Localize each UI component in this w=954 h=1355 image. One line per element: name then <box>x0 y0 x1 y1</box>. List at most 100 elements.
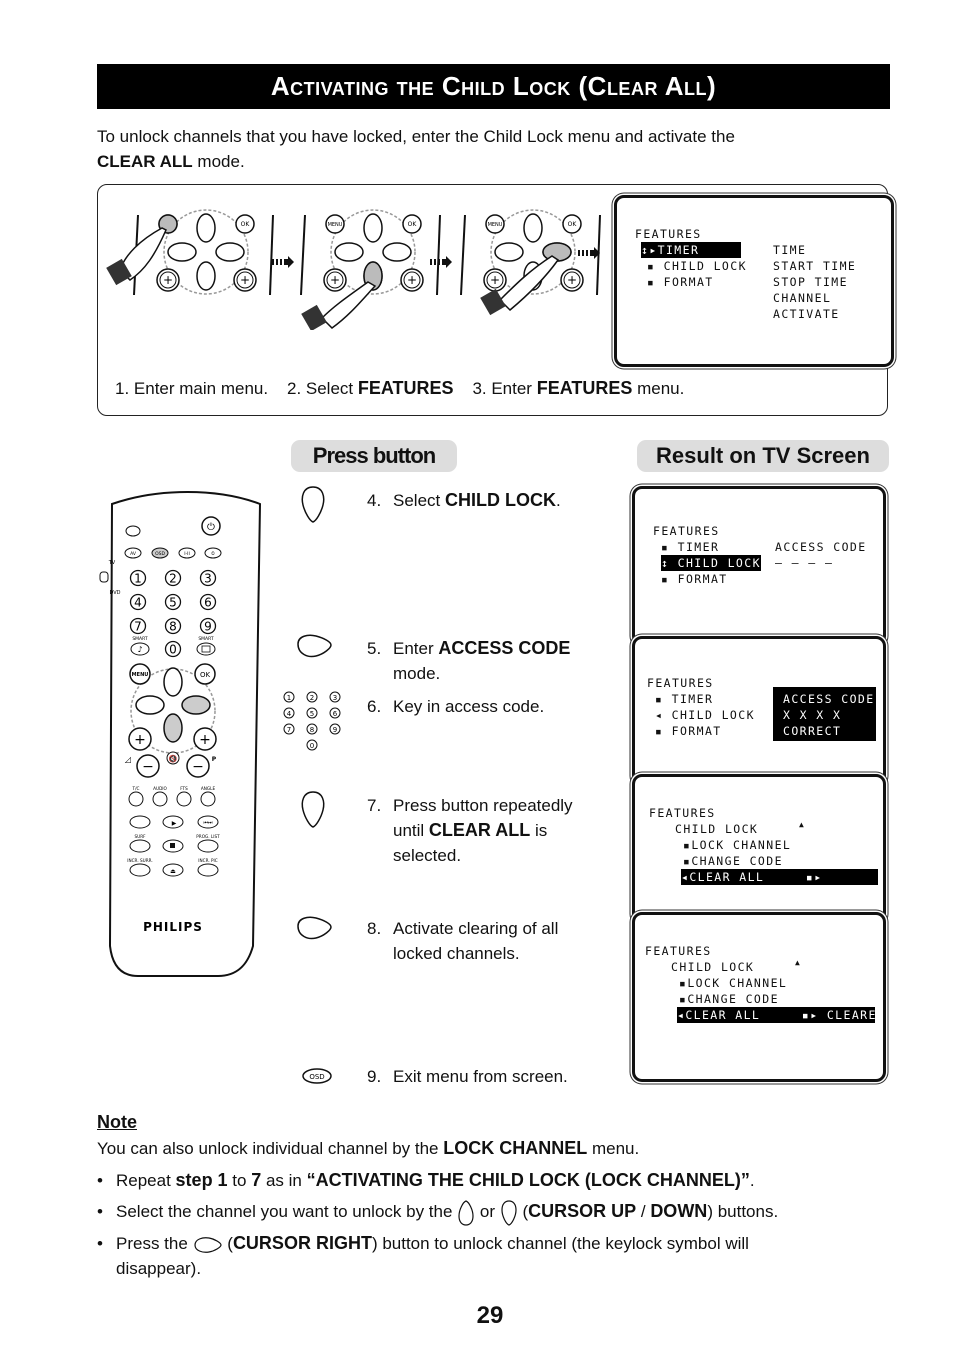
tc-button[interactable] <box>128 791 144 807</box>
tv-screen-features: FEATURES ↕▸TIMER ▪ CHILD LOCK ▪ FORMAT T… <box>614 195 894 367</box>
osd-item: ◂ CHILD LOCK <box>655 708 755 722</box>
digit-label: 2 <box>169 572 177 586</box>
cursor-up-button[interactable] <box>163 667 183 697</box>
incr-pic-label: INCR. PIC <box>198 858 217 863</box>
menu-label: MENU <box>132 672 149 678</box>
number-key-label: 3 <box>333 694 337 702</box>
smart-label: SMART <box>132 636 148 642</box>
av-label: AV <box>130 551 137 557</box>
osd-submenu-item: CHANNEL <box>773 291 832 305</box>
osd-title: FEATURES <box>635 227 702 241</box>
digit-label: 8 <box>169 620 177 634</box>
osd-status-cleared: CLEARED <box>826 1008 886 1022</box>
intro-text: To unlock channels that you have locked,… <box>97 124 887 174</box>
stop-icon <box>170 843 175 848</box>
arrow-icon <box>272 256 294 268</box>
digit-label: 1 <box>134 572 142 586</box>
osd-access-code-value: – – – – <box>775 556 834 570</box>
bullet-icon: • <box>97 1171 103 1190</box>
remote-button[interactable] <box>125 525 141 537</box>
arrow-icon <box>430 256 452 268</box>
remote-closeup-step2 <box>300 209 441 330</box>
step-text: Exit menu from screen. <box>393 1067 568 1086</box>
prog-list-button[interactable] <box>197 839 219 853</box>
step-text: Enter ACCESS CODE mode. <box>393 638 571 683</box>
minus-icon: − <box>142 759 154 775</box>
i-ii-label: I-II <box>184 551 190 557</box>
step-text: Key in access code. <box>393 697 545 716</box>
osd-access-code-box: ACCESS CODE X X X X CORRECT <box>773 687 876 741</box>
osd-item-selected: ◂CLEAR ALL ▪▸ <box>681 869 878 885</box>
page-title: Activating the Child Lock (Clear All) <box>97 64 890 109</box>
number-key-label: 6 <box>333 710 338 718</box>
tv-switch-label: TV <box>108 560 116 566</box>
number-key-label: 9 <box>333 726 337 734</box>
remote-closeup-illustrations: + + MENU OK <box>106 209 601 330</box>
osd-item: ▪ CHILD LOCK <box>647 259 747 273</box>
osd-subtitle: CHILD LOCK <box>675 822 759 836</box>
updown-arrow-icon: ↕ <box>661 556 670 570</box>
angle-button[interactable] <box>200 791 216 807</box>
tv-screen-clear-all-selected: FEATURES CHILD LOCK ▲ ▪LOCK CHANNEL ▪CHA… <box>632 774 886 924</box>
intro-suffix: mode. <box>192 152 245 171</box>
osd-item: ▪LOCK CHANNEL <box>679 976 788 990</box>
smart-picture-button[interactable] <box>196 642 216 656</box>
osd-submenu-item: STOP TIME <box>773 275 848 289</box>
cursor-left-button[interactable] <box>135 695 165 715</box>
number-key-label: 5 <box>310 710 314 718</box>
power-icon: ⏻ <box>207 522 215 533</box>
osd-submenu-item: TIME <box>773 243 807 257</box>
number-key-label: 4 <box>287 710 292 718</box>
digit-label: 9 <box>204 620 212 634</box>
play-icon: ▶ <box>172 820 177 827</box>
osd-title: FEATURES <box>647 676 714 690</box>
cursor-up-icon <box>458 1199 474 1226</box>
teletext-button[interactable] <box>129 815 151 829</box>
bullet-icon: • <box>97 1202 103 1221</box>
step-number: 9. <box>367 1067 382 1086</box>
smart-label: SMART <box>198 636 214 642</box>
volume-icon: ◿ <box>124 755 131 764</box>
result-header: Result on TV Screen <box>637 440 889 472</box>
tv-screen-child-lock: FEATURES ▪ TIMER ↕ CHILD LOCK ▪ FORMAT A… <box>632 486 886 646</box>
step-number: 4. <box>367 491 382 510</box>
audio-button[interactable] <box>152 791 168 807</box>
osd-item-selected: ↕▸TIMER <box>641 242 741 258</box>
page-number: 29 <box>476 1302 504 1329</box>
fts-label: FTS <box>180 786 188 791</box>
number-key-label: 7 <box>287 726 291 734</box>
step2-text: 2. Select <box>286 379 358 398</box>
surf-button[interactable] <box>129 839 151 853</box>
step2-bold: FEATURES <box>357 378 454 398</box>
osd-access-code-label: ACCESS CODE <box>775 540 867 554</box>
incr-surr-label: INCR. SURR. <box>127 858 152 863</box>
cursor-down-button[interactable] <box>163 713 183 743</box>
osd-item-selected: ◂CLEAR ALL ▪▸ CLEARED <box>677 1007 886 1023</box>
osd-title: FEATURES <box>653 524 720 538</box>
remote-closeup-step1 <box>106 209 274 296</box>
osd-button-icon: OSD <box>302 1068 332 1084</box>
tv-dvd-switch[interactable] <box>99 571 109 583</box>
note-heading: Note <box>97 1112 137 1132</box>
number-key-label: 2 <box>310 694 314 702</box>
fts-button[interactable] <box>176 791 192 807</box>
up-arrow-icon: ▲ <box>799 820 806 829</box>
cursor-right-button[interactable] <box>181 695 211 715</box>
digit-label: 6 <box>204 596 212 610</box>
intro-line: To unlock channels that you have locked,… <box>97 127 735 146</box>
digit-label: 4 <box>134 596 142 610</box>
cursor-right-icon <box>297 634 332 658</box>
cursor-down-icon <box>301 791 325 828</box>
skip-icon: ⏮⏭ <box>203 820 213 826</box>
step-number: 5. <box>367 639 382 658</box>
number-key-label: 1 <box>287 694 291 702</box>
ok-label: OK <box>200 671 211 679</box>
incr-pic-button[interactable] <box>197 863 219 877</box>
philips-logo: PHILIPS <box>143 920 203 934</box>
cursor-right-icon <box>193 1236 222 1253</box>
incr-surr-button[interactable] <box>129 863 151 877</box>
step3-suffix: menu. <box>632 379 685 398</box>
step-text: Press button repeatedly until CLEAR ALL i… <box>393 796 573 865</box>
note-text: You can also unlock individual channel b… <box>97 1138 640 1158</box>
bullet-icon: • <box>97 1234 103 1253</box>
